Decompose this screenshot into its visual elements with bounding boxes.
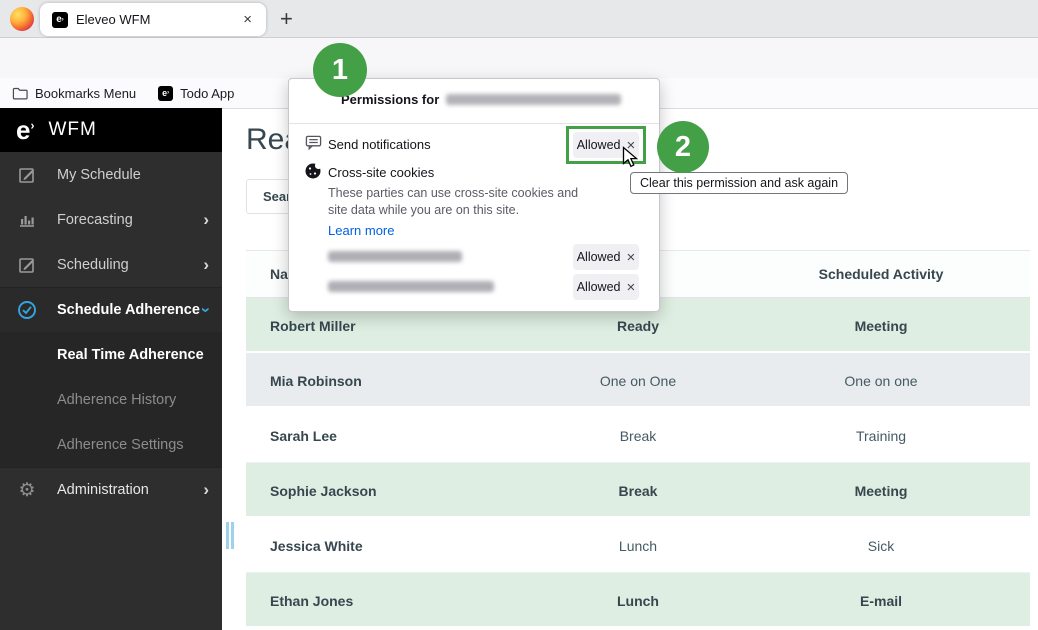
wfm-sidebar: e› WFM My Schedule Forecasting › Schedul… — [0, 108, 222, 630]
learn-more-link[interactable]: Learn more — [328, 223, 394, 238]
permissions-popup: Permissions for Send notifications Allow… — [288, 78, 660, 312]
chevron-right-icon: › — [203, 254, 209, 274]
bookmark-item-bookmarks-menu[interactable]: Bookmarks Menu — [35, 86, 136, 101]
notification-icon — [305, 134, 322, 156]
todo-app-favicon-icon: e › — [158, 85, 174, 101]
bookmark-item-todo-app[interactable]: Todo App — [180, 86, 234, 101]
clear-permission-icon[interactable]: × — [627, 250, 636, 265]
tab-close-icon[interactable]: × — [241, 11, 254, 28]
mouse-cursor — [622, 146, 640, 175]
annotation-step-2: 2 — [657, 121, 709, 173]
allowed-site2-button[interactable]: Allowed × — [573, 274, 639, 300]
wfm-logo-header: e› WFM — [0, 108, 222, 152]
redacted-site-url — [328, 251, 462, 262]
edit-icon — [14, 166, 40, 184]
sidebar-item-schedule-adherence[interactable]: Schedule Adherence › — [0, 287, 222, 332]
sidebar-item-administration[interactable]: ⚙ Administration › — [0, 467, 222, 512]
bar-chart-icon — [14, 211, 40, 229]
table-row[interactable]: Sarah Lee Break Training — [246, 408, 1030, 463]
browser-tab-bar: e › Eleveo WFM × + — [0, 0, 1038, 38]
pane-resizer-handle[interactable] — [231, 522, 234, 549]
sidebar-item-forecasting[interactable]: Forecasting › — [0, 197, 222, 242]
cookies-description: These parties can use cross-site cookies… — [328, 186, 579, 217]
table-row[interactable]: Jessica White Lunch Sick — [246, 518, 1030, 573]
folder-icon — [12, 87, 28, 99]
permission-label-notifications: Send notifications — [328, 137, 431, 152]
browser-toolbar: ← → s:// /wf — [0, 38, 1038, 114]
chevron-down-icon: › — [197, 307, 217, 313]
wfm-brand: WFM — [48, 119, 97, 140]
clear-permission-icon[interactable]: × — [627, 280, 636, 295]
browser-tab[interactable]: e › Eleveo WFM × — [40, 3, 266, 36]
sidebar-item-my-schedule[interactable]: My Schedule — [0, 152, 222, 197]
popup-divider — [289, 123, 659, 124]
check-circle-icon — [14, 300, 40, 320]
eleveo-logo: e› — [16, 115, 35, 145]
chevron-right-icon: › — [203, 480, 209, 499]
sidebar-item-adherence-settings[interactable]: Adherence Settings — [0, 422, 222, 467]
permission-label-cookies: Cross-site cookies — [328, 165, 435, 180]
tooltip: Clear this permission and ask again — [630, 172, 849, 194]
table-row[interactable]: Ethan Jones Lunch E-mail — [246, 573, 1030, 628]
table-row[interactable]: Sophie Jackson Break Meeting — [246, 463, 1030, 518]
gear-icon: ⚙ — [18, 479, 36, 501]
allowed-site1-button[interactable]: Allowed × — [573, 244, 639, 270]
annotation-step-1: 1 — [313, 43, 367, 97]
sidebar-item-adherence-history[interactable]: Adherence History — [0, 377, 222, 422]
new-tab-button[interactable]: + — [280, 6, 293, 32]
chevron-right-icon: › — [203, 209, 209, 229]
eleveo-favicon-icon: e › — [52, 11, 68, 28]
pane-resizer-handle[interactable] — [226, 522, 229, 549]
sidebar-item-scheduling[interactable]: Scheduling › — [0, 242, 222, 287]
redacted-site-url — [328, 281, 494, 292]
edit-icon — [14, 256, 40, 274]
firefox-logo-icon[interactable] — [10, 7, 34, 31]
table-row[interactable]: Mia Robinson One on One One on one — [246, 353, 1030, 408]
sidebar-item-real-time-adherence[interactable]: Real Time Adherence — [0, 332, 222, 377]
tab-title: Eleveo WFM — [76, 12, 151, 27]
popup-title: Permissions for — [341, 92, 622, 107]
redacted-site-host — [446, 94, 622, 105]
column-header-scheduled-activity: Scheduled Activity — [818, 266, 944, 282]
cookie-icon — [304, 161, 323, 185]
